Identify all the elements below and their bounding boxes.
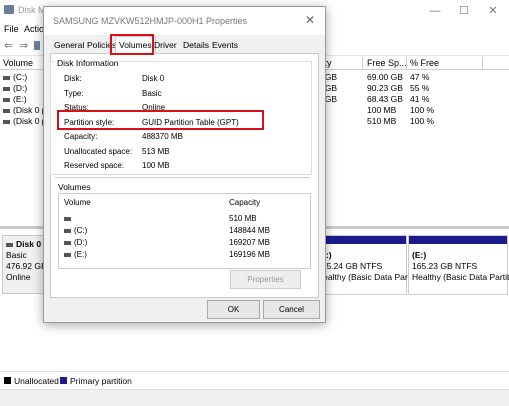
info-label: Capacity:	[64, 132, 98, 141]
partition-detail: Healthy (Basic Data Parti	[317, 272, 412, 282]
info-label: Reserved space:	[64, 161, 125, 170]
legend: Unallocated Primary partition	[0, 371, 509, 386]
row-free: 90.23 GB	[367, 83, 403, 93]
maximize-icon[interactable]: ☐	[453, 3, 475, 19]
vol-capacity: 148844 MB	[229, 226, 270, 235]
col-volume[interactable]: Volume	[3, 58, 33, 68]
col-divider[interactable]	[482, 57, 483, 69]
volumes-heading: Volumes	[58, 182, 91, 192]
disk-management-icon	[4, 5, 14, 14]
vol-capacity: 510 MB	[229, 214, 257, 223]
dialog-title: SAMSUNG MZVKW512HMJP-000H1 Properties	[53, 16, 248, 26]
info-label: Type:	[64, 89, 84, 98]
row-pct: 41 %	[410, 94, 430, 104]
close-icon[interactable]: ✕	[482, 3, 504, 19]
volume-icon	[3, 119, 10, 124]
col-divider[interactable]	[362, 57, 363, 69]
properties-dialog: SAMSUNG MZVKW512HMJP-000H1 Properties ✕ …	[43, 6, 326, 323]
row-free: 510 MB	[367, 116, 397, 126]
row-pct: 47 %	[410, 72, 430, 82]
tab-events[interactable]: Events	[209, 38, 241, 52]
row-volume: (D:)	[13, 83, 28, 93]
info-label: Unallocated space:	[64, 147, 133, 156]
volumes-list[interactable]: Volume Capacity 510 MB (C:) 148844 MB (D…	[58, 193, 311, 269]
ok-button[interactable]: OK	[207, 300, 260, 319]
info-label: Disk:	[64, 74, 82, 83]
close-icon[interactable]: ✕	[305, 13, 315, 27]
forward-arrow-icon[interactable]: ⇒	[19, 39, 28, 52]
vol-name: (C:)	[74, 226, 88, 235]
row-free: 69.00 GB	[367, 72, 403, 82]
vol-capacity: 169207 MB	[229, 238, 270, 247]
unallocated-swatch	[4, 377, 11, 384]
disk-type: Basic	[6, 250, 27, 260]
volume-icon	[64, 228, 71, 233]
volume-icon	[64, 240, 71, 245]
vol-name: (D:)	[74, 238, 88, 247]
primary-swatch	[60, 377, 67, 384]
col-pct-free[interactable]: % Free	[410, 58, 439, 68]
highlight-partition-style	[57, 110, 264, 130]
partition-d[interactable]: (D:) 165.24 GB NTFS Healthy (Basic Data …	[313, 235, 412, 295]
row-pct: 100 %	[410, 116, 435, 126]
partition-size: 165.23 GB NTFS	[412, 261, 478, 271]
info-value: 513 MB	[142, 147, 170, 156]
disk-status: Online	[6, 272, 31, 282]
col-free-space[interactable]: Free Sp...	[367, 58, 407, 68]
tab-general[interactable]: General	[51, 38, 87, 52]
primary-partition-bar	[409, 236, 507, 244]
properties-button[interactable]: Properties	[230, 270, 301, 289]
volume-icon	[3, 86, 10, 91]
row-pct: 55 %	[410, 83, 430, 93]
menu-file[interactable]: File	[4, 24, 19, 34]
partition-e[interactable]: (E:) 165.23 GB NTFS Healthy (Basic Data …	[408, 235, 509, 295]
minimize-icon[interactable]: —	[424, 3, 446, 19]
vol-name: (E:)	[74, 250, 87, 259]
row-volume: (C:)	[13, 72, 28, 82]
dialog-title-bar[interactable]: SAMSUNG MZVKW512HMJP-000H1 Properties ✕	[44, 7, 325, 35]
partition-detail: Healthy (Basic Data Partit	[412, 272, 509, 282]
col-divider[interactable]	[406, 57, 407, 69]
vol-capacity: 169196 MB	[229, 250, 270, 259]
volume-icon	[3, 97, 10, 102]
row-free: 100 MB	[367, 105, 397, 115]
legend-primary: Primary partition	[70, 376, 132, 386]
disk-size: 476.92 GB	[6, 261, 47, 271]
vol-col-volume[interactable]: Volume	[64, 198, 91, 207]
toolbar-view-icon[interactable]	[34, 41, 40, 50]
tab-details[interactable]: Details	[180, 38, 212, 52]
row-volume: (Disk 0 p	[13, 105, 47, 115]
highlight-volumes-tab	[110, 34, 154, 55]
divider	[55, 177, 310, 178]
row-volume: (Disk 0 p	[13, 116, 47, 126]
volume-icon	[3, 75, 10, 80]
info-value: 100 MB	[142, 161, 170, 170]
row-volume: (E:)	[13, 94, 27, 104]
primary-partition-bar	[314, 236, 406, 244]
volume-icon	[64, 216, 71, 221]
back-arrow-icon[interactable]: ⇐	[4, 39, 13, 52]
tab-driver[interactable]: Driver	[151, 38, 180, 52]
info-value: 488370 MB	[142, 132, 183, 141]
partition-size: 165.24 GB NTFS	[317, 261, 383, 271]
vol-col-capacity[interactable]: Capacity	[229, 198, 260, 207]
row-pct: 100 %	[410, 105, 435, 115]
group-title: Disk Information	[55, 58, 121, 68]
cancel-button[interactable]: Cancel	[263, 300, 320, 319]
status-bar	[0, 389, 509, 406]
row-free: 68.43 GB	[367, 94, 403, 104]
disk-name: Disk 0	[16, 239, 42, 249]
volume-icon	[3, 108, 10, 113]
legend-unallocated: Unallocated	[14, 376, 59, 386]
partition-name: (E:)	[412, 250, 427, 260]
info-value: Basic	[142, 89, 162, 98]
disk-icon	[6, 242, 13, 247]
info-value: Disk 0	[142, 74, 165, 83]
volume-icon	[64, 252, 71, 257]
